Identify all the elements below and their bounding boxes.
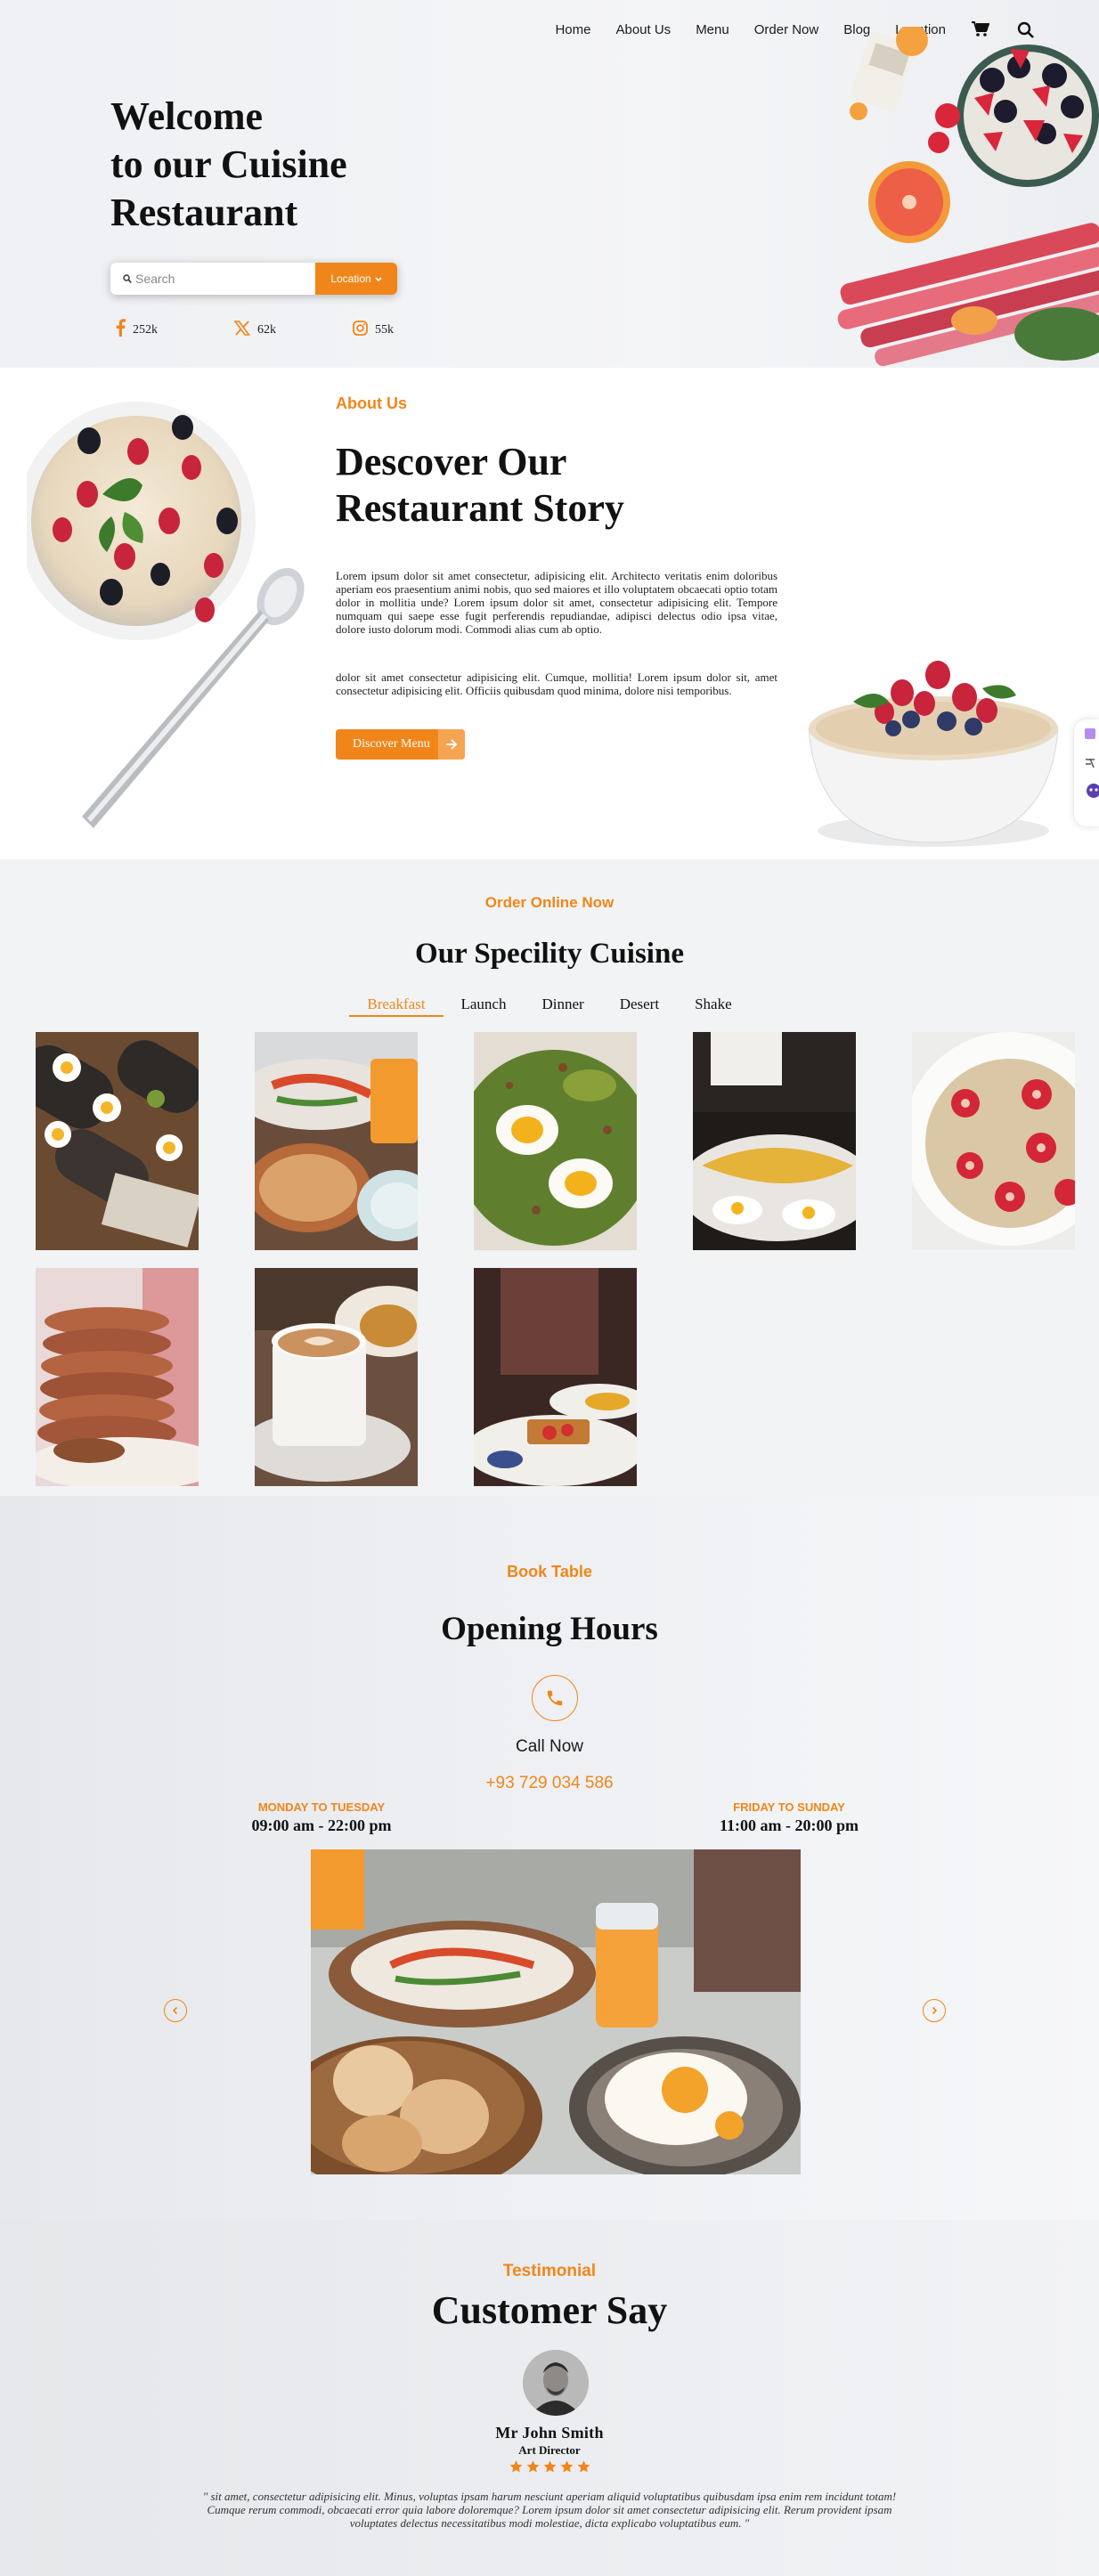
star-icon [577,2460,590,2473]
dish-image[interactable] [474,1268,637,1486]
about-title: Descover Our Restaurant Story [336,439,624,532]
nav-menu[interactable]: Menu [696,22,729,37]
tab-breakfast[interactable]: Breakfast [349,995,444,1017]
x-icon [233,320,251,340]
hero-title-line: Welcome [110,94,264,138]
social-instagram[interactable]: 55k [353,319,471,341]
instagram-icon [353,320,368,340]
cuisine-eyebrow: Order Online Now [484,894,615,911]
testimonial-title: Customer Say [431,2288,668,2332]
about-paragraph: Lorem ipsum dolor sit amet consectetur, … [336,569,777,636]
booking-eyebrow: Book Table [507,1563,592,1581]
weekend-hours: 11:00 am - 20:00 pm [720,1816,859,1834]
facebook-icon [116,319,126,341]
nav-about-us[interactable]: About Us [615,22,671,37]
star-icon [543,2460,556,2473]
discover-menu-label: Discover Menu [353,737,430,751]
breakfast-table-photo [311,1849,801,2174]
facebook-count: 252k [133,322,158,337]
cuisine-title: Our Specility Cuisine [415,938,684,970]
menu-tabs: Breakfast Launch Dinner Desert Shake [0,995,1099,1017]
tab-dinner[interactable]: Dinner [524,995,601,1017]
dish-image[interactable] [36,1032,199,1250]
star-rating [0,2459,1099,2474]
call-now-label: Call Now [515,1737,584,1756]
slider-prev-button[interactable] [164,1999,187,2022]
phone-number[interactable]: +93 729 034 586 [0,1774,1099,1793]
dish-image[interactable] [255,1032,418,1250]
dish-image[interactable] [474,1032,637,1250]
berry-porridge-image [800,639,1067,853]
slider-next-button[interactable] [923,1999,946,2022]
nav-home[interactable]: Home [555,22,590,37]
hero-section: Home About Us Menu Order Now Blog Locati… [0,0,1099,368]
social-stats: 252k 62k 55k [116,319,471,341]
social-facebook[interactable]: 252k [116,319,234,341]
social-x[interactable]: 62k [233,319,353,341]
dish-image[interactable] [255,1268,418,1486]
person-role: Art Director [518,2443,581,2457]
tab-shake[interactable]: Shake [677,995,750,1017]
dish-image[interactable] [912,1032,1075,1250]
floating-side-toolbar [1074,719,1099,826]
dish-image[interactable] [36,1268,199,1486]
testimonial-quote: " sit amet, consectetur adipisicing elit… [202,2490,897,2530]
testimonial-eyebrow: Testimonial [502,2262,597,2280]
about-paragraph: dolor sit amet consectetur adipisicing e… [336,670,777,697]
booking-title: Opening Hours [441,1611,658,1647]
instagram-count: 55k [375,322,394,337]
tab-launch[interactable]: Launch [444,995,525,1017]
hero-title-line: Restaurant [110,191,298,234]
star-icon [526,2460,539,2473]
booking-section: Book Table Opening Hours Call Now +93 72… [0,1496,1099,2220]
about-eyebrow: About Us [336,394,407,412]
cuisine-section: Order Online Now Our Specility Cuisine B… [0,859,1099,1496]
search-input[interactable] [132,263,315,295]
weekday-hours: 09:00 am - 22:00 pm [251,1816,392,1834]
hero-title: Welcome to our Cuisine Restaurant [110,93,347,237]
tab-desert[interactable]: Desert [602,995,677,1017]
hero-title-line: to our Cuisine [110,142,347,186]
about-section: About Us Descover Our Restaurant Story L… [0,368,1099,859]
dish-image[interactable] [693,1032,856,1250]
search-bar: Location [110,263,397,295]
search-icon [110,263,132,295]
location-dropdown-button[interactable]: Location [315,263,397,295]
oatmeal-bowl-image [17,387,321,859]
hero-fruit-image [805,24,1099,368]
x-count: 62k [257,322,276,337]
location-label: Location [330,272,371,285]
chevron-down-icon [375,272,382,285]
avatar [523,2350,589,2416]
star-icon [509,2460,522,2473]
phone-icon[interactable] [532,1675,578,1721]
discover-menu-button[interactable]: Discover Menu [336,729,465,760]
about-title-line: Descover Our [336,440,567,484]
arrow-right-icon [438,729,465,760]
star-icon [560,2460,573,2473]
weekend-label: FRIDAY TO SUNDAY [733,1800,845,1814]
person-name: Mr John Smith [495,2424,604,2442]
weekday-label: MONDAY TO TUESDAY [257,1800,386,1814]
testimonial-section: Testimonial Customer Say Mr John Smith A… [0,2220,1099,2576]
about-title-line: Restaurant Story [336,486,624,530]
